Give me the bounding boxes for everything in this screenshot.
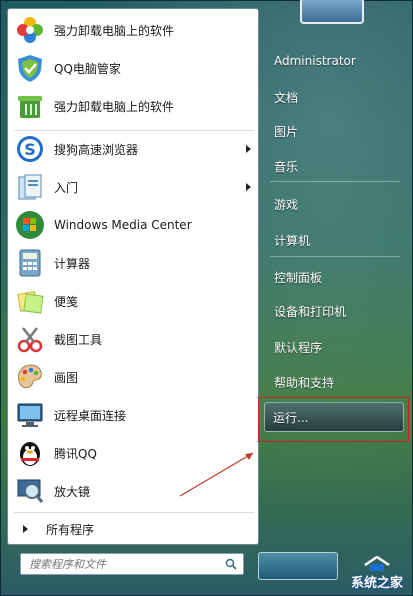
program-label: Windows Media Center [54,218,192,232]
right-item-music[interactable]: 音乐 [262,151,406,181]
program-label: 远程桌面连接 [54,408,127,423]
getting-started-icon [14,171,46,203]
program-item-uninstaller[interactable]: 强力卸载电脑上的软件 [11,12,257,48]
right-item-default-programs[interactable]: 默认程序 [262,332,406,362]
program-label: QQ电脑管家 [54,61,121,76]
right-item-computer[interactable]: 计算机 [262,225,406,255]
right-item-administrator[interactable]: Administrator [262,46,406,76]
user-picture[interactable] [300,0,364,24]
snipping-tool-icon [14,323,46,355]
right-item-label: 图片 [274,124,299,139]
uninstaller-flower-icon [14,14,46,46]
qq-penguin-icon [14,437,46,469]
program-label: 强力卸载电脑上的软件 [54,99,175,114]
all-programs-button[interactable]: 所有程序 [11,517,257,541]
calculator-icon [14,247,46,279]
program-label: 放大镜 [54,484,91,499]
search-icon[interactable] [225,558,237,570]
program-label: 画图 [54,370,79,385]
program-item-media-center[interactable]: Windows Media Center [11,207,257,243]
program-item-getting-started[interactable]: 入门 [11,169,257,205]
magnifier-icon [14,475,46,507]
shutdown-button[interactable] [258,552,338,580]
sogou-browser-icon: S [14,133,46,165]
highlight-box [258,397,409,442]
watermark-logo: 系统之家 [344,553,410,593]
program-label: 入门 [54,180,79,195]
right-item-label: Administrator [274,54,356,68]
sticky-notes-icon [14,285,46,317]
house-logo-icon [364,555,390,571]
program-item-magnifier[interactable]: 放大镜 [11,473,257,509]
program-label: 强力卸载电脑上的软件 [54,23,175,38]
right-item-control-panel[interactable]: 控制面板 [262,262,406,292]
program-label: 搜狗高速浏览器 [54,142,139,157]
submenu-arrow-icon[interactable] [246,183,251,191]
watermark-text: 系统之家 [350,575,403,591]
windows-media-center-icon [14,209,46,241]
program-item-sticky-notes[interactable]: 便笺 [11,283,257,319]
program-item-snipping-tool[interactable]: 截图工具 [11,321,257,357]
right-item-label: 计算机 [274,233,311,248]
right-separator [270,256,400,257]
right-item-games[interactable]: 游戏 [262,189,406,219]
right-item-help-support[interactable]: 帮助和支持 [262,367,406,397]
program-label: 便笺 [54,294,79,309]
program-label: 截图工具 [54,332,103,347]
qq-manager-shield-icon [14,52,46,84]
paint-palette-icon [14,361,46,393]
program-item-qq[interactable]: 腾讯QQ [11,435,257,471]
right-item-label: 游戏 [274,197,299,212]
expand-arrow-icon [23,525,28,533]
all-programs-label: 所有程序 [46,522,95,537]
right-separator [270,181,400,182]
svg-text:S: S [24,140,36,159]
program-item-paint[interactable]: 画图 [11,359,257,395]
remote-desktop-icon [14,399,46,431]
right-item-label: 文档 [274,90,299,105]
program-label: 计算器 [54,256,91,271]
right-item-label: 音乐 [274,159,299,174]
program-item-calculator[interactable]: 计算器 [11,245,257,281]
search-input[interactable] [21,557,217,571]
right-item-label: 设备和打印机 [274,304,347,319]
uninstaller-bin-icon [14,90,46,122]
submenu-arrow-icon[interactable] [246,145,251,153]
program-label: 腾讯QQ [54,446,97,461]
right-item-label: 默认程序 [274,340,323,355]
separator [14,512,254,513]
right-item-label: 控制面板 [274,270,323,285]
program-item-remote-desktop[interactable]: 远程桌面连接 [11,397,257,433]
program-item-sogou[interactable]: S 搜狗高速浏览器 [11,131,257,167]
program-list-panel: 强力卸载电脑上的软件 QQ电脑管家 强力卸载电脑上的软件 S 搜狗高速浏览器 入… [7,8,259,545]
search-box[interactable] [20,553,244,575]
right-item-pictures[interactable]: 图片 [262,116,406,146]
program-item-uninstaller-2[interactable]: 强力卸载电脑上的软件 [11,88,257,124]
right-item-devices-printers[interactable]: 设备和打印机 [262,296,406,326]
right-item-label: 帮助和支持 [274,375,335,390]
right-item-documents[interactable]: 文档 [262,82,406,112]
program-item-qq-manager[interactable]: QQ电脑管家 [11,50,257,86]
